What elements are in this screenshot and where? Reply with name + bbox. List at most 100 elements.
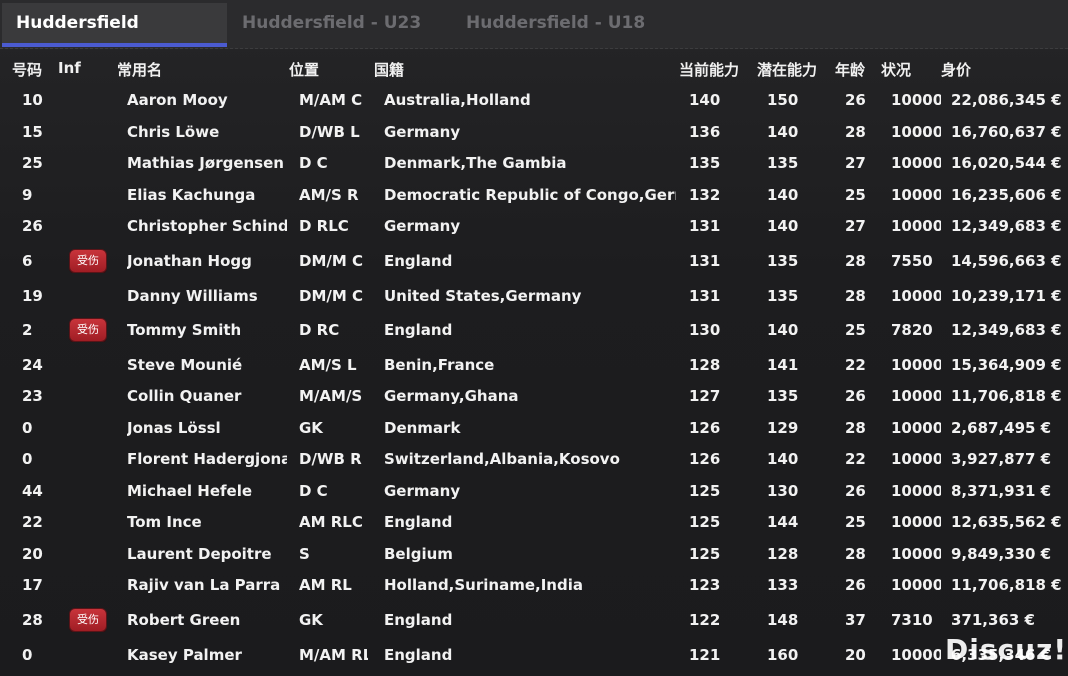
player-position: D RLC <box>299 217 349 235</box>
table-row[interactable]: 20 Laurent Depoitre S Belgium 125 128 28 10000 9… <box>0 538 1068 569</box>
table-row[interactable]: 19 Danny Williams DM/M C United States,Germ… <box>0 280 1068 311</box>
player-condition: 10000 <box>891 91 941 109</box>
table-row[interactable]: 0 Jonas Lössl GK Denmark 126 129 28 10000 2,687,… <box>0 412 1068 443</box>
player-age: 26 <box>845 91 866 109</box>
player-condition: 10000 <box>891 481 941 500</box>
player-age: 22 <box>845 355 866 374</box>
player-number: 0 <box>22 418 33 437</box>
table-header: 号码 Inf 常用名 位置 国籍 当前能力 潜在能力 年龄 状况 身价 <box>0 54 1068 82</box>
player-current-ability: 125 <box>689 481 721 500</box>
table-row[interactable]: 6 受伤 Jonathan Hogg DM/M C England 131 135 28 755… <box>0 242 1068 280</box>
player-value: 12,635,562 € <box>951 513 1061 531</box>
table-row[interactable]: 0 Kasey Palmer M/AM RL England 121 160 20 10000… <box>0 639 1068 670</box>
injury-badge[interactable]: 受伤 <box>69 608 107 632</box>
player-condition: 10000 <box>891 513 941 531</box>
player-potential-ability: 135 <box>767 387 799 405</box>
player-position: M/AM/S R <box>299 387 368 405</box>
tab-huddersfield-u23[interactable]: Huddersfield - U23 <box>228 3 450 47</box>
table-row[interactable]: 23 Collin Quaner M/AM/S R Germany,Ghana 127 1… <box>0 380 1068 412</box>
player-number: 0 <box>22 450 33 468</box>
injury-badge[interactable]: 受伤 <box>69 318 107 342</box>
player-condition: 10000 <box>891 576 941 594</box>
player-current-ability: 130 <box>689 321 721 339</box>
player-position: GK <box>299 418 323 437</box>
player-condition: 10000 <box>891 355 941 374</box>
player-potential-ability: 140 <box>767 450 799 468</box>
player-age: 22 <box>845 450 866 468</box>
player-position: GK <box>299 611 323 629</box>
injury-badge[interactable]: 受伤 <box>69 249 107 273</box>
player-condition: 10000 <box>891 544 941 563</box>
table-row[interactable]: 44 Michael Hefele D C Germany 125 130 26 10000 8… <box>0 475 1068 506</box>
player-potential-ability: 129 <box>767 418 799 437</box>
player-number: 19 <box>22 286 43 305</box>
player-number: 25 <box>22 154 43 172</box>
table-row[interactable]: 17 Rajiv van La Parra AM RL Holland,Surinam… <box>0 569 1068 601</box>
team-tab-bar: Huddersfield Huddersfield - U23 Huddersf… <box>0 0 1068 49</box>
player-number: 26 <box>22 217 43 235</box>
player-condition: 10000 <box>891 418 941 437</box>
player-name: Michael Hefele <box>127 481 253 500</box>
header-position[interactable]: 位置 <box>289 59 319 80</box>
table-row[interactable]: 9 Elias Kachunga AM/S R Democratic Republic… <box>0 179 1068 210</box>
player-condition: 7310 <box>891 611 933 629</box>
player-potential-ability: 148 <box>767 611 799 629</box>
player-value: 10,239,171 € <box>951 286 1061 305</box>
header-value[interactable]: 身价 <box>941 59 971 80</box>
player-name: Chris Löwe <box>127 122 220 141</box>
table-row[interactable]: 28 受伤 Robert Green GK England 122 148 37 7310 371… <box>0 601 1068 639</box>
player-value: 12,349,683 € <box>951 321 1061 339</box>
header-nationality[interactable]: 国籍 <box>374 59 404 80</box>
table-row[interactable]: 24 Steve Mounié AM/S L Benin,France 128 141 22… <box>0 349 1068 380</box>
player-condition: 10000 <box>891 286 941 305</box>
header-current-ability[interactable]: 当前能力 <box>679 59 739 80</box>
player-position: AM RLC <box>299 513 363 531</box>
header-name[interactable]: 常用名 <box>117 59 162 80</box>
player-number: 44 <box>22 481 43 500</box>
player-number: 22 <box>22 513 43 531</box>
player-name: Elias Kachunga <box>127 185 256 204</box>
player-age: 28 <box>845 544 866 563</box>
player-position: D RC <box>299 321 340 339</box>
player-age: 26 <box>845 576 866 594</box>
tab-huddersfield-u18[interactable]: Huddersfield - U18 <box>452 3 674 47</box>
player-potential-ability: 135 <box>767 286 799 305</box>
table-row[interactable]: 22 Tom Ince AM RLC England 125 144 25 10000 12,6… <box>0 506 1068 538</box>
header-age[interactable]: 年龄 <box>835 59 865 80</box>
table-row[interactable]: 0 Florent Hadergjonaj D/WB R Switzerland,Al… <box>0 443 1068 475</box>
table-row[interactable]: 25 Mathias Jørgensen D C Denmark,The Gambia… <box>0 147 1068 179</box>
table-row[interactable]: 26 Christopher Schindler D RLC Germany 131 14… <box>0 210 1068 242</box>
player-position: M/AM C <box>299 91 363 109</box>
player-condition: 10000 <box>891 122 941 141</box>
player-value: 16,020,544 € <box>951 154 1061 172</box>
player-nationality: England <box>384 252 453 270</box>
header-condition[interactable]: 状况 <box>881 59 911 80</box>
table-row[interactable]: 15 Chris Löwe D/WB L Germany 136 140 28 10000 16… <box>0 116 1068 147</box>
player-value: 11,706,818 € <box>951 387 1061 405</box>
table-row[interactable]: 2 受伤 Tommy Smith D RC England 130 140 25 7820 12,… <box>0 311 1068 349</box>
player-position: AM/S R <box>299 185 359 204</box>
player-current-ability: 128 <box>689 355 721 374</box>
player-inf: 受伤 <box>69 249 107 273</box>
player-name: Collin Quaner <box>127 387 242 405</box>
player-nationality: Denmark,The Gambia <box>384 154 567 172</box>
player-age: 26 <box>845 481 866 500</box>
player-value: 3,927,877 € <box>951 450 1052 468</box>
player-potential-ability: 140 <box>767 217 799 235</box>
header-inf[interactable]: Inf <box>58 59 81 77</box>
player-value: 9,849,330 € <box>951 544 1052 563</box>
player-potential-ability: 135 <box>767 252 799 270</box>
header-potential-ability[interactable]: 潜在能力 <box>757 59 817 80</box>
player-potential-ability: 133 <box>767 576 799 594</box>
player-name: Mathias Jørgensen <box>127 154 284 172</box>
player-table-body: 10 Aaron Mooy M/AM C Australia,Holland 140 15… <box>0 84 1068 670</box>
player-position: AM/S L <box>299 355 357 374</box>
player-age: 26 <box>845 387 866 405</box>
table-row[interactable]: 10 Aaron Mooy M/AM C Australia,Holland 140 15… <box>0 84 1068 116</box>
player-number: 24 <box>22 355 43 374</box>
header-number[interactable]: 号码 <box>12 59 42 80</box>
player-nationality: Holland,Suriname,India <box>384 576 583 594</box>
player-nationality: Germany <box>384 122 461 141</box>
tab-huddersfield[interactable]: Huddersfield <box>2 3 227 47</box>
player-name: Kasey Palmer <box>127 645 242 664</box>
